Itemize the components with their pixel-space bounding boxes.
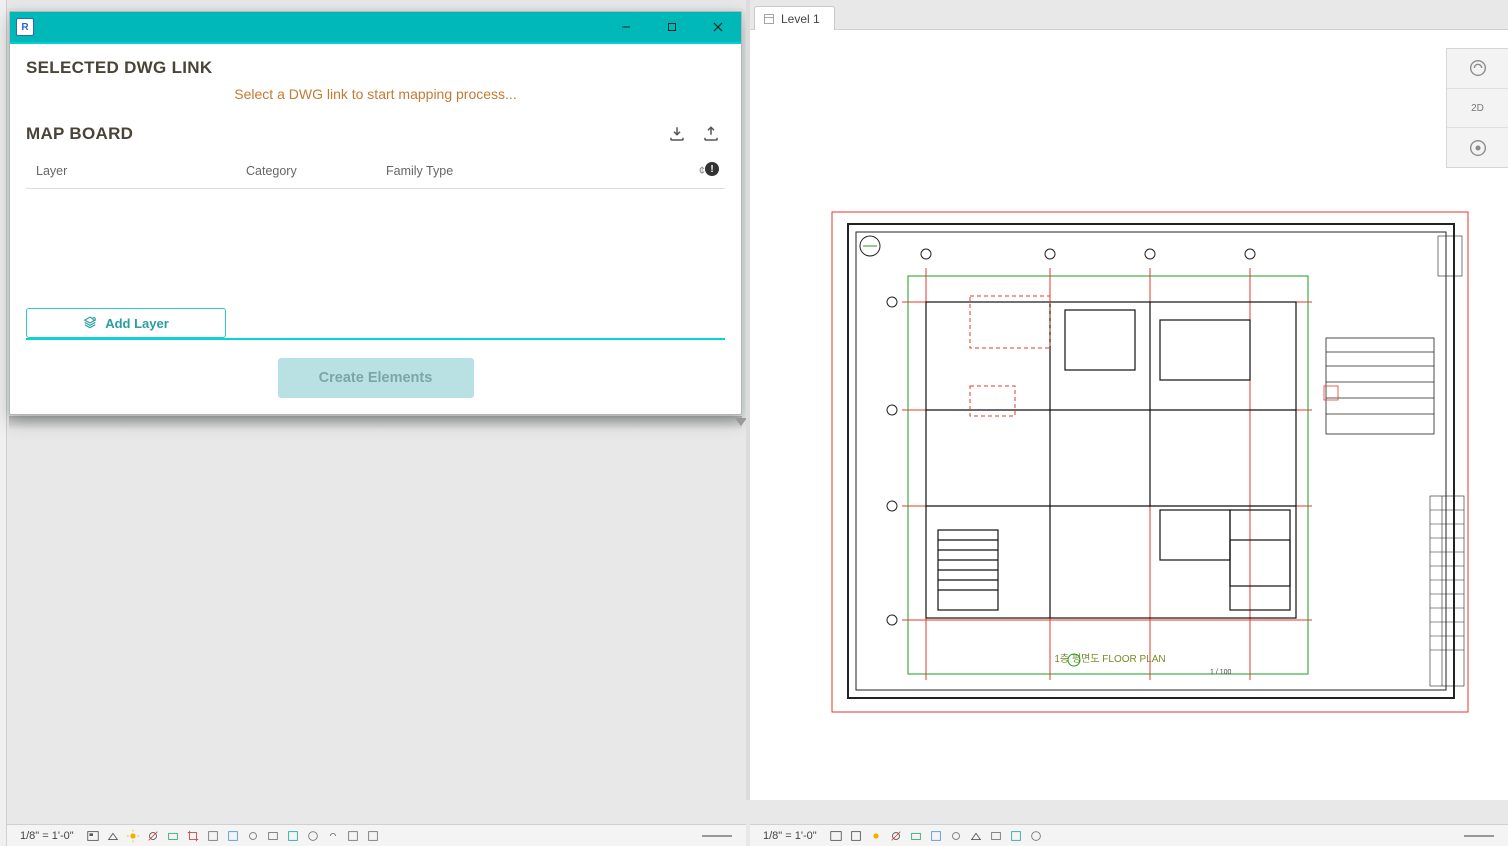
add-layer-button[interactable]: Add Layer: [26, 308, 226, 338]
col-category: Category: [246, 164, 386, 178]
sheet-icon: [763, 13, 775, 25]
dwg-mapping-dialog: R SELECTED DWG LINK Select a DWG link to…: [9, 11, 742, 415]
scale-display-right[interactable]: 1/8" = 1'-0": [756, 829, 824, 843]
vb2-icon-9[interactable]: [1028, 828, 1044, 844]
vb2-icon-8[interactable]: [1008, 828, 1024, 844]
navcube-2d-label[interactable]: 2D: [1447, 89, 1508, 129]
selected-dwg-title: SELECTED DWG LINK: [26, 58, 725, 78]
map-board-title: MAP BOARD: [26, 124, 657, 144]
vb2-icon-7[interactable]: [988, 828, 1004, 844]
vb-dash: [702, 835, 732, 837]
navcube-home-icon[interactable]: [1447, 49, 1508, 89]
right-plan-view-pane: Level 1: [750, 0, 1508, 800]
vb2-icon-6[interactable]: [968, 828, 984, 844]
tab-label: Level 1: [781, 12, 820, 26]
vb-generic-icon-e[interactable]: [305, 828, 321, 844]
dialog-drop-shadow: [9, 416, 742, 430]
left-view-control-bar[interactable]: 1/8" = 1'-0": [7, 824, 746, 846]
vb-render-icon[interactable]: [165, 828, 181, 844]
vb-generic-icon-g[interactable]: [365, 828, 381, 844]
isometric-floorplan-graphic: [47, 460, 687, 800]
create-elements-button[interactable]: Create Elements: [278, 358, 474, 398]
vb-crop-icon[interactable]: [185, 828, 201, 844]
dialog-titlebar[interactable]: R: [10, 12, 741, 42]
vb2-sun-icon[interactable]: [868, 828, 884, 844]
add-layer-label: Add Layer: [105, 316, 169, 331]
minimize-button[interactable]: [603, 12, 649, 42]
right-view-control-bar[interactable]: 1/8" = 1'-0": [750, 824, 1508, 846]
vb-generic-icon-c[interactable]: [245, 828, 261, 844]
app-left-edge: [0, 0, 7, 846]
scale-display[interactable]: 1/8" = 1'-0": [13, 829, 81, 843]
vb-generic-icon-a[interactable]: [205, 828, 221, 844]
vb-link-icon[interactable]: [325, 828, 341, 844]
map-table-header: Layer Category Family Type ¢ !: [26, 154, 725, 189]
right-plan-canvas[interactable]: 1층 평면도 FLOOR PLAN 1 / 100: [750, 30, 1508, 800]
import-icon[interactable]: [663, 120, 691, 148]
vb2-shadow-off-icon[interactable]: [888, 828, 904, 844]
vb-generic-icon-f[interactable]: [345, 828, 361, 844]
vb2-dash: [1464, 835, 1494, 837]
export-icon[interactable]: [697, 120, 725, 148]
col-layer: Layer: [36, 164, 246, 178]
col-family-type: Family Type: [386, 164, 687, 178]
vb2-icon-1[interactable]: [828, 828, 844, 844]
vb2-icon-4[interactable]: [928, 828, 944, 844]
vb-shadow-off-icon[interactable]: [145, 828, 161, 844]
vb-icon-2[interactable]: [105, 828, 121, 844]
info-prefix: ¢: [699, 165, 705, 177]
vb2-icon-2[interactable]: [848, 828, 864, 844]
app-icon: R: [16, 18, 34, 36]
vb2-icon-3[interactable]: [908, 828, 924, 844]
floor-plan-graphic: 1층 평면도 FLOOR PLAN 1 / 100: [830, 210, 1470, 730]
maximize-button[interactable]: [649, 12, 695, 42]
map-table-body-empty: [26, 189, 725, 302]
vb-generic-icon-d[interactable]: [265, 828, 281, 844]
vb2-icon-5[interactable]: [948, 828, 964, 844]
vb-sun-icon[interactable]: [125, 828, 141, 844]
view-tab-bar: Level 1: [750, 0, 1508, 30]
plan-scale-text: 1 / 100: [1210, 669, 1232, 676]
navcube-steering-icon[interactable]: [1447, 128, 1508, 167]
vb-icon-1[interactable]: [85, 828, 101, 844]
view-nav-cube[interactable]: 2D: [1446, 48, 1508, 168]
tab-level-1[interactable]: Level 1: [754, 6, 835, 30]
info-badge-icon[interactable]: !: [705, 162, 719, 176]
vb-generic-icon-b[interactable]: [225, 828, 241, 844]
select-dwg-hint: Select a DWG link to start mapping proce…: [26, 86, 725, 102]
close-button[interactable]: [695, 12, 741, 42]
vb-reveal-icon[interactable]: [285, 828, 301, 844]
